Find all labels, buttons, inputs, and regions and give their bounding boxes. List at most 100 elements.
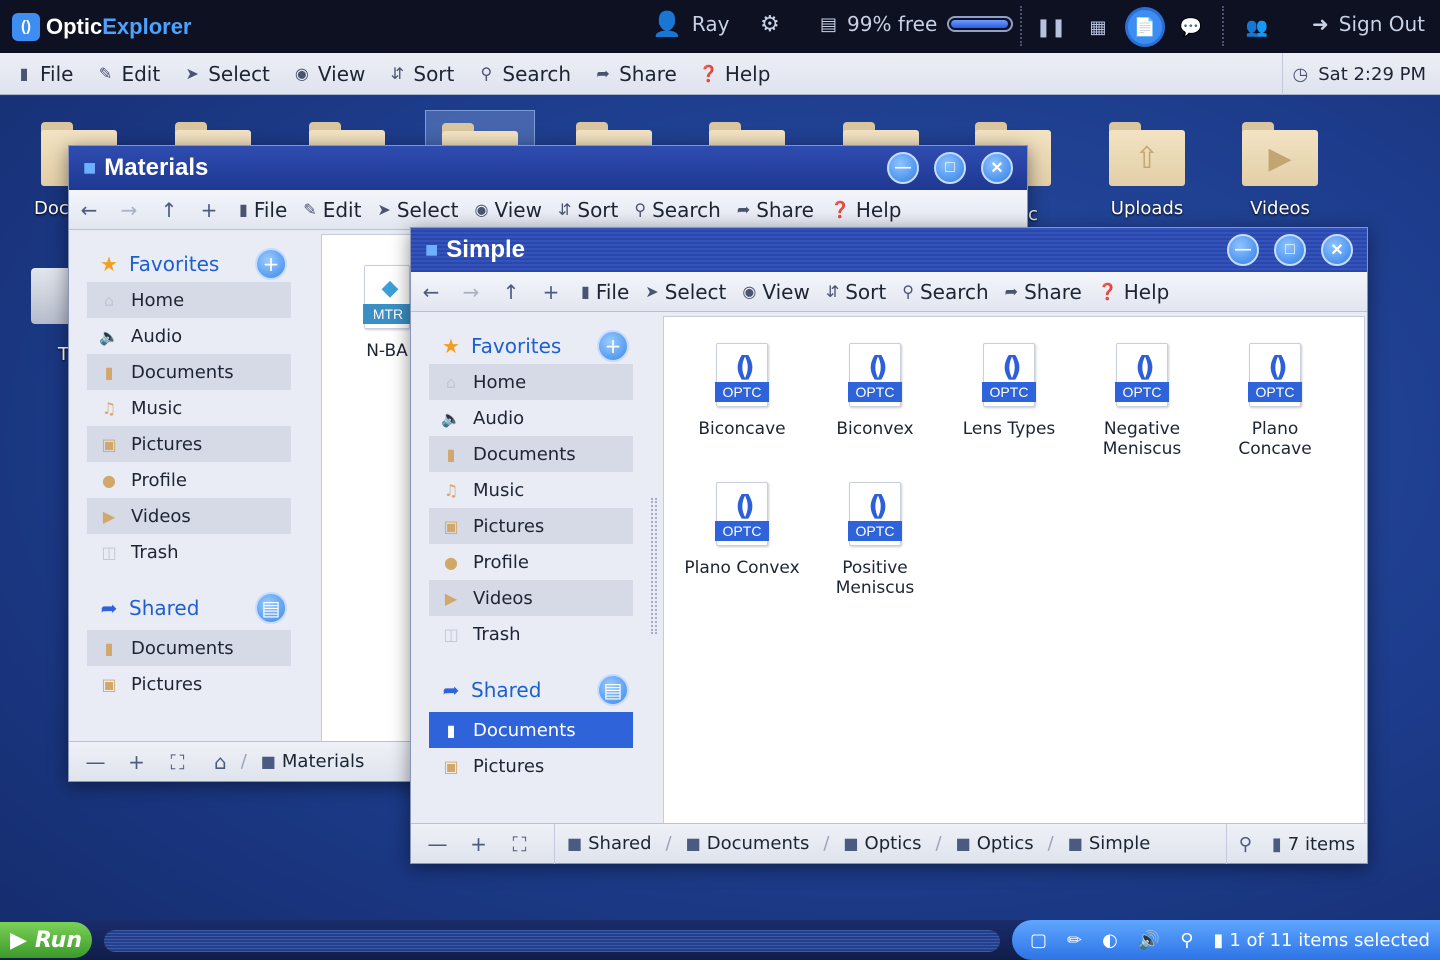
- file-item[interactable]: () OPTC Plano Concave: [1210, 343, 1340, 459]
- sidebar-item-shared-pictures[interactable]: ▣ Pictures: [87, 666, 291, 702]
- toolbar-help[interactable]: ❓ Help: [830, 198, 902, 222]
- volume-icon[interactable]: 🔊: [1138, 930, 1160, 951]
- file-item[interactable]: () OPTC Biconcave: [677, 343, 807, 439]
- toolbar-help[interactable]: ❓ Help: [1098, 280, 1170, 304]
- minimize-button[interactable]: —: [887, 152, 919, 184]
- sidebar-item-shared-documents[interactable]: ▮ Documents: [87, 630, 291, 666]
- open-shared-button[interactable]: ▤: [255, 592, 287, 624]
- menu-view[interactable]: ◉ View: [292, 62, 365, 86]
- storage-status[interactable]: ▤ 99% free: [820, 12, 1014, 36]
- sidebar-item-documents[interactable]: ▮ Documents: [429, 436, 633, 472]
- open-shared-button[interactable]: ▤: [597, 674, 629, 706]
- file-item[interactable]: () OPTC Lens Types: [944, 343, 1074, 439]
- toolbar-select[interactable]: ➤ Select: [377, 198, 458, 222]
- zoom-in-icon[interactable]: +: [458, 832, 499, 856]
- settings-icon[interactable]: ⚙: [760, 12, 780, 37]
- user-search-icon[interactable]: 👥: [1240, 10, 1274, 44]
- toolbar-edit[interactable]: ✎ Edit: [303, 198, 361, 222]
- toolbar-search[interactable]: ⚲ Search: [902, 280, 988, 304]
- sidebar-item-audio[interactable]: 🔈 Audio: [87, 318, 291, 354]
- toolbar-share[interactable]: ➦ Share: [737, 198, 814, 222]
- toolbar-file[interactable]: ▮ File: [239, 198, 287, 222]
- content-area[interactable]: () OPTC Biconcave () OPTC Biconvex () OPTC …: [663, 316, 1365, 824]
- sidebar-item-documents[interactable]: ▮ Documents: [87, 354, 291, 390]
- add-icon[interactable]: +: [189, 198, 229, 222]
- window-simple[interactable]: ■ Simple — □ ✕ ← → ↑ + ▮ File ➤ Select ◉ Vi…: [410, 227, 1368, 864]
- sidebar-item-shared-pictures[interactable]: ▣ Pictures: [429, 748, 633, 784]
- menu-sort[interactable]: ⇵ Sort: [387, 62, 455, 86]
- sidebar-item-shared-documents[interactable]: ▮ Documents: [429, 712, 633, 748]
- sidebar-item-profile[interactable]: ● Profile: [429, 544, 633, 580]
- add-favorite-button[interactable]: +: [255, 248, 287, 280]
- menu-edit[interactable]: ✎ Edit: [95, 62, 160, 86]
- desktop-folder-selected[interactable]: [425, 110, 535, 187]
- toolbar-file[interactable]: ▮ File: [581, 280, 629, 304]
- sidebar-item-audio[interactable]: 🔈 Audio: [429, 400, 633, 436]
- add-icon[interactable]: +: [531, 280, 571, 304]
- minimize-button[interactable]: —: [1227, 234, 1259, 266]
- window-titlebar[interactable]: ■ Materials — □ ✕: [69, 146, 1027, 190]
- toolbar-sort[interactable]: ⇵ Sort: [826, 280, 886, 304]
- sidebar-item-profile[interactable]: ● Profile: [87, 462, 291, 498]
- chat-app-icon[interactable]: 💬: [1174, 10, 1208, 44]
- map-app-icon[interactable]: ▦: [1081, 10, 1115, 44]
- monitor-icon[interactable]: ▢: [1030, 930, 1047, 951]
- breadcrumb-item[interactable]: Materials: [282, 751, 365, 772]
- favorites-header[interactable]: ★ Favorites +: [411, 328, 651, 364]
- menu-share[interactable]: ➦ Share: [593, 62, 676, 86]
- menu-select[interactable]: ➤ Select: [182, 62, 270, 86]
- task-strip[interactable]: [104, 930, 1000, 952]
- sidebar-item-home[interactable]: ⌂ Home: [429, 364, 633, 400]
- back-icon[interactable]: ←: [69, 198, 109, 222]
- fit-icon[interactable]: ⛶: [499, 832, 540, 856]
- menu-help[interactable]: ❓ Help: [699, 62, 771, 86]
- zoom-in-icon[interactable]: +: [116, 750, 157, 774]
- sidebar-resize-handle[interactable]: [651, 498, 657, 634]
- menu-search[interactable]: ⚲ Search: [476, 62, 572, 86]
- close-button[interactable]: ✕: [981, 152, 1013, 184]
- sidebar-item-music[interactable]: ♫ Music: [429, 472, 633, 508]
- clock[interactable]: ◷ Sat 2:29 PM: [1281, 53, 1426, 95]
- forward-icon[interactable]: →: [109, 198, 149, 222]
- sidebar-item-pictures[interactable]: ▣ Pictures: [87, 426, 291, 462]
- menu-file[interactable]: ▮ File: [14, 62, 74, 86]
- lenses-app-icon[interactable]: ❚❚: [1034, 10, 1068, 44]
- sidebar-item-pictures[interactable]: ▣ Pictures: [429, 508, 633, 544]
- close-button[interactable]: ✕: [1321, 234, 1353, 266]
- sign-out-button[interactable]: ➜ Sign Out: [1312, 12, 1425, 36]
- brush-icon[interactable]: ✏: [1067, 930, 1082, 951]
- up-icon[interactable]: ↑: [491, 280, 531, 304]
- home-icon[interactable]: ⌂: [214, 750, 227, 774]
- sidebar-item-trash[interactable]: ◫ Trash: [87, 534, 291, 570]
- fit-icon[interactable]: ⛶: [157, 750, 198, 774]
- toolbar-view[interactable]: ◉ View: [475, 198, 542, 222]
- maximize-button[interactable]: □: [1274, 234, 1306, 266]
- sidebar-item-videos[interactable]: ▶ Videos: [429, 580, 633, 616]
- toolbar-search[interactable]: ⚲ Search: [634, 198, 720, 222]
- zoom-out-icon[interactable]: —: [75, 750, 116, 774]
- zoom-out-icon[interactable]: —: [417, 832, 458, 856]
- toolbar-sort[interactable]: ⇵ Sort: [558, 198, 618, 222]
- sidebar-item-trash[interactable]: ◫ Trash: [429, 616, 633, 652]
- file-item[interactable]: () OPTC Positive Meniscus: [810, 482, 940, 598]
- breadcrumb-item[interactable]: Documents: [707, 833, 810, 854]
- up-icon[interactable]: ↑: [149, 198, 189, 222]
- toolbar-view[interactable]: ◉ View: [742, 280, 809, 304]
- sidebar-item-videos[interactable]: ▶ Videos: [87, 498, 291, 534]
- contrast-icon[interactable]: ◐: [1102, 930, 1118, 951]
- toolbar-share[interactable]: ➦ Share: [1005, 280, 1082, 304]
- app-logo[interactable]: () Optic Explorer: [12, 12, 192, 41]
- desktop-folder-videos[interactable]: ▶ Videos: [1225, 122, 1335, 219]
- window-titlebar[interactable]: ■ Simple — □ ✕: [411, 228, 1367, 272]
- breadcrumb-item[interactable]: Optics: [865, 833, 922, 854]
- zoom-search-icon[interactable]: ⚲: [1239, 834, 1252, 855]
- back-icon[interactable]: ←: [411, 280, 451, 304]
- breadcrumb-item[interactable]: Shared: [588, 833, 651, 854]
- files-app-icon[interactable]: 📄: [1128, 10, 1162, 44]
- sidebar-item-home[interactable]: ⌂ Home: [87, 282, 291, 318]
- zoom-icon[interactable]: ⚲: [1180, 930, 1193, 951]
- desktop-folder-uploads[interactable]: ⇧ Uploads: [1092, 122, 1202, 219]
- toolbar-select[interactable]: ➤ Select: [645, 280, 726, 304]
- maximize-button[interactable]: □: [934, 152, 966, 184]
- breadcrumb-item[interactable]: Simple: [1089, 833, 1150, 854]
